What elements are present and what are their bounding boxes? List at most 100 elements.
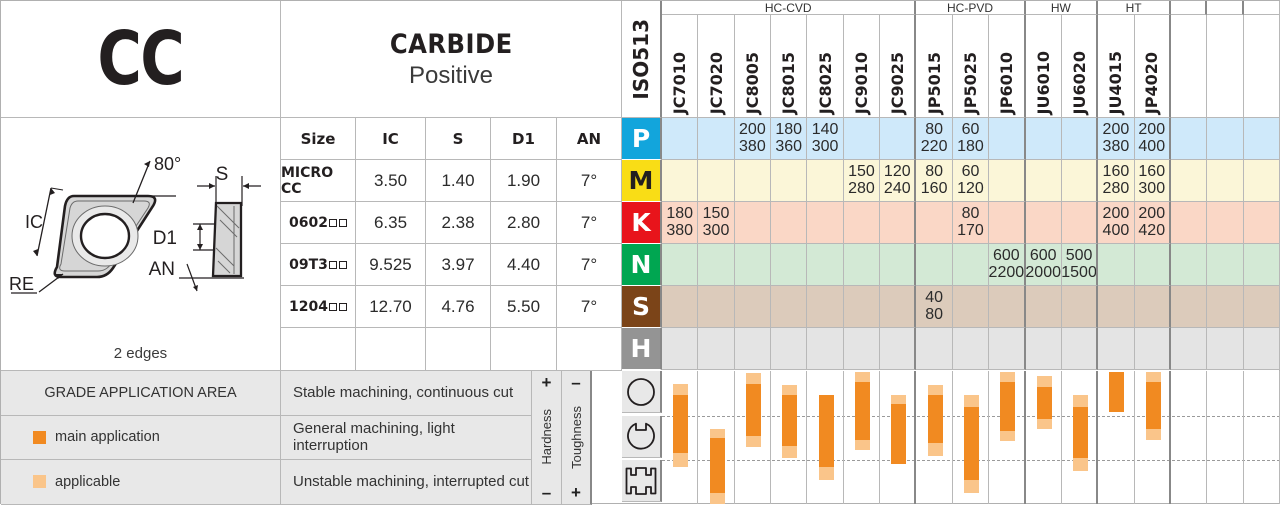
size-value-label: 6.35 bbox=[373, 212, 408, 232]
size-header-an: AN bbox=[557, 118, 622, 160]
grade-column-header-blank-16[interactable] bbox=[1243, 15, 1280, 118]
grade-column-header-JC9010[interactable]: JC9010 bbox=[843, 15, 881, 118]
vc-min-value: 40 bbox=[925, 288, 944, 306]
grade-name-label: JU4015 bbox=[1106, 50, 1126, 114]
size-value-ic: 6.35 bbox=[356, 202, 426, 244]
size-filler-cell bbox=[557, 328, 622, 371]
speed-cell-N-JC9025 bbox=[880, 244, 917, 286]
size-value-label: 7° bbox=[580, 212, 598, 232]
legend-key-label: applicable bbox=[55, 473, 121, 490]
size-header-d1: D1 bbox=[491, 118, 557, 160]
grade-column-header-JC7010[interactable]: JC7010 bbox=[662, 15, 699, 118]
speed-cell-K-JC7020: 150 300 bbox=[698, 202, 735, 244]
continuous-chip-icon bbox=[622, 371, 662, 413]
speed-cell-P-JU6010 bbox=[1025, 118, 1062, 160]
size-row-name: 09T3 bbox=[281, 244, 356, 286]
grade-column-header-blank-14[interactable] bbox=[1170, 15, 1208, 118]
speed-cell-H-JC7020 bbox=[698, 328, 735, 370]
grade-name-label: JP4020 bbox=[1142, 51, 1162, 114]
grade-datasheet: CC CARBIDE Positive ISO513 HC-CVD HC-PVD H… bbox=[0, 0, 1280, 505]
chart-column-JU6020 bbox=[1062, 371, 1099, 504]
speed-cell-S-JP4020 bbox=[1134, 286, 1171, 328]
size-value-label: 12.70 bbox=[369, 296, 412, 316]
vc-min-value: 140 bbox=[811, 120, 839, 138]
grade-column-header-JC8015[interactable]: JC8015 bbox=[771, 15, 808, 118]
iso513-header: ISO513 bbox=[622, 1, 662, 118]
grade-column-header-JP4020[interactable]: JP4020 bbox=[1134, 15, 1171, 118]
shape-code-block: CC bbox=[1, 1, 281, 118]
iso-group-letter: K bbox=[631, 208, 651, 237]
coating-group-blank-4 bbox=[1170, 1, 1208, 15]
grade-column-header-JP5015[interactable]: JP5015 bbox=[916, 15, 953, 118]
grade-column-header-JC9025[interactable]: JC9025 bbox=[880, 15, 917, 118]
speed-cell-N-JC7010 bbox=[662, 244, 699, 286]
speed-cell-M-JC7020 bbox=[698, 160, 735, 202]
shape-code-label: CC bbox=[97, 16, 185, 102]
size-placeholder-box bbox=[329, 218, 338, 227]
grade-column-header-JC7020[interactable]: JC7020 bbox=[698, 15, 735, 118]
size-row-name: 0602 bbox=[281, 202, 356, 244]
machining-condition-1: General machining, light interruption bbox=[281, 415, 532, 460]
chart-column-JC7020 bbox=[698, 371, 735, 504]
material-block: CARBIDE Positive bbox=[281, 1, 622, 118]
speed-cell-N-JP5015 bbox=[916, 244, 953, 286]
vc-min-value: 160 bbox=[1138, 162, 1166, 180]
size-value-ic: 9.525 bbox=[356, 244, 426, 286]
speed-cell-H-JP5015 bbox=[916, 328, 953, 370]
vc-min-value: 200 bbox=[1138, 120, 1166, 138]
coating-group-label: HC-CVD bbox=[764, 1, 812, 15]
legend-key-applicable: applicable bbox=[1, 460, 281, 505]
speed-cell-P-JC8015: 180 360 bbox=[771, 118, 808, 160]
speed-cell-N-16 bbox=[1243, 244, 1280, 286]
speed-cell-H-14 bbox=[1170, 328, 1208, 370]
speed-cell-S-JP5025 bbox=[952, 286, 990, 328]
coating-group-ht: HT bbox=[1098, 1, 1171, 15]
speed-cell-S-JC8005 bbox=[734, 286, 772, 328]
speed-cell-S-JP6010 bbox=[989, 286, 1026, 328]
vc-min-value: 200 bbox=[1102, 204, 1130, 222]
material-subtitle: Positive bbox=[408, 61, 494, 89]
speed-cell-M-JC7010 bbox=[662, 160, 699, 202]
speed-cell-K-JP4020: 200 420 bbox=[1134, 202, 1171, 244]
vc-min-value: 80 bbox=[961, 204, 980, 222]
grade-column-header-JU6020[interactable]: JU6020 bbox=[1061, 15, 1099, 118]
speed-cell-S-16 bbox=[1243, 286, 1280, 328]
grade-column-header-JU4015[interactable]: JU4015 bbox=[1098, 15, 1135, 118]
vc-min-value: 150 bbox=[702, 204, 730, 222]
speed-cell-K-JU6010 bbox=[1025, 202, 1062, 244]
speed-cell-M-JU6020 bbox=[1061, 160, 1099, 202]
grade-column-header-blank-15[interactable] bbox=[1207, 15, 1244, 118]
speed-cell-P-JC9025 bbox=[880, 118, 917, 160]
grade-column-header-JC8005[interactable]: JC8005 bbox=[734, 15, 772, 118]
grade-column-header-JU6010[interactable]: JU6010 bbox=[1025, 15, 1062, 118]
machining-condition-label: General machining, light interruption bbox=[293, 420, 455, 455]
size-value-s: 2.38 bbox=[426, 202, 491, 244]
vc-max-value: 2000 bbox=[1025, 263, 1061, 281]
speed-cell-S-15 bbox=[1207, 286, 1244, 328]
speed-cell-M-JC9010: 150 280 bbox=[843, 160, 881, 202]
size-header-label: S bbox=[452, 129, 464, 148]
grade-column-header-JP5025[interactable]: JP5025 bbox=[952, 15, 990, 118]
vc-min-value: 80 bbox=[925, 162, 944, 180]
size-filler-cell bbox=[491, 328, 557, 371]
chart-column-JP5025 bbox=[953, 371, 990, 504]
insert-geometry-svg: IC 80° RE S D1 AN bbox=[9, 154, 261, 294]
grade-column-header-JC8025[interactable]: JC8025 bbox=[807, 15, 844, 118]
speed-cell-N-JC9010 bbox=[843, 244, 881, 286]
grade-column-header-JP6010[interactable]: JP6010 bbox=[989, 15, 1026, 118]
chart-column-JU6010 bbox=[1026, 371, 1062, 504]
speed-cell-P-JP4020: 200 400 bbox=[1134, 118, 1171, 160]
speed-cell-M-15 bbox=[1207, 160, 1244, 202]
iso-group-K: K bbox=[622, 202, 662, 244]
speed-cell-P-JP6010 bbox=[989, 118, 1026, 160]
vc-min-value: 600 bbox=[1029, 246, 1057, 264]
toughness-axis-label: Toughness bbox=[568, 405, 584, 469]
speed-cell-K-JP5025: 80 170 bbox=[952, 202, 990, 244]
size-value-d1: 2.80 bbox=[491, 202, 557, 244]
speed-cell-N-14 bbox=[1170, 244, 1208, 286]
size-header-label: Size bbox=[300, 129, 336, 148]
size-filler-cell bbox=[356, 328, 426, 371]
chart-column-blank-16 bbox=[1244, 371, 1280, 504]
iso-group-M: M bbox=[622, 160, 662, 202]
vc-min-value: 500 bbox=[1065, 246, 1093, 264]
